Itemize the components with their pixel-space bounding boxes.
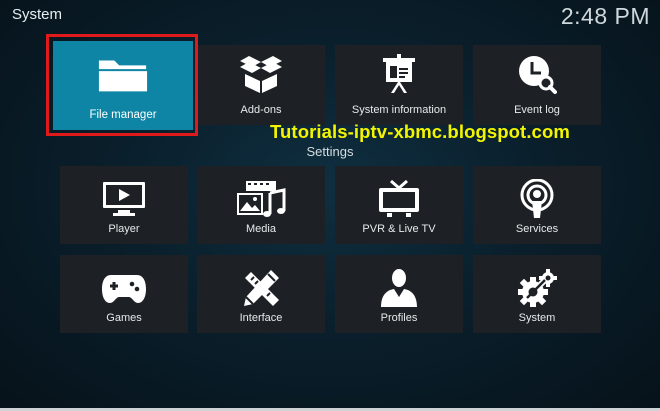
watermark: Tutorials-iptv-xbmc.blogspot.com [270, 121, 570, 142]
gears-icon [511, 268, 563, 308]
gamepad-icon [98, 268, 150, 308]
tile-label: Games [106, 312, 142, 324]
tile-label: Services [515, 223, 559, 235]
tile-profiles[interactable]: Profiles [335, 255, 463, 333]
tile-add-ons[interactable]: Add-ons [197, 45, 325, 125]
podcast-icon [511, 179, 563, 219]
window-title: System [12, 6, 63, 23]
user-profile-icon [373, 268, 425, 308]
play-screen-icon [98, 179, 150, 219]
clock-search-icon [511, 54, 563, 94]
tile-label: Event log [514, 104, 560, 116]
section-label-settings: Settings [306, 144, 354, 159]
tile-label: System [518, 312, 556, 324]
tile-media[interactable]: Media [197, 166, 325, 244]
tile-label: Add-ons [240, 104, 282, 116]
tile-pvr-live-tv[interactable]: PVR & Live TV [335, 166, 463, 244]
tile-interface[interactable]: Interface [197, 255, 325, 333]
pencil-ruler-icon [235, 268, 287, 308]
tile-services[interactable]: Services [473, 166, 601, 244]
tile-label: System information [351, 104, 447, 116]
tile-label: Media [246, 223, 276, 235]
tile-event-log[interactable]: Event log [473, 45, 601, 125]
media-icon [235, 179, 287, 219]
tv-icon [373, 179, 425, 219]
presentation-board-icon [373, 54, 425, 94]
tile-label: Interface [239, 312, 283, 324]
tile-label: Player [108, 223, 140, 235]
tile-player[interactable]: Player [60, 166, 188, 244]
tile-label: Profiles [380, 312, 418, 324]
tile-games[interactable]: Games [60, 255, 188, 333]
tile-system-information[interactable]: System information [335, 45, 463, 125]
highlight-box [46, 34, 198, 136]
tile-system[interactable]: System [473, 255, 601, 333]
tile-label: PVR & Live TV [362, 223, 436, 235]
clock: 2:48 PM [560, 3, 650, 29]
open-box-icon [235, 54, 287, 94]
